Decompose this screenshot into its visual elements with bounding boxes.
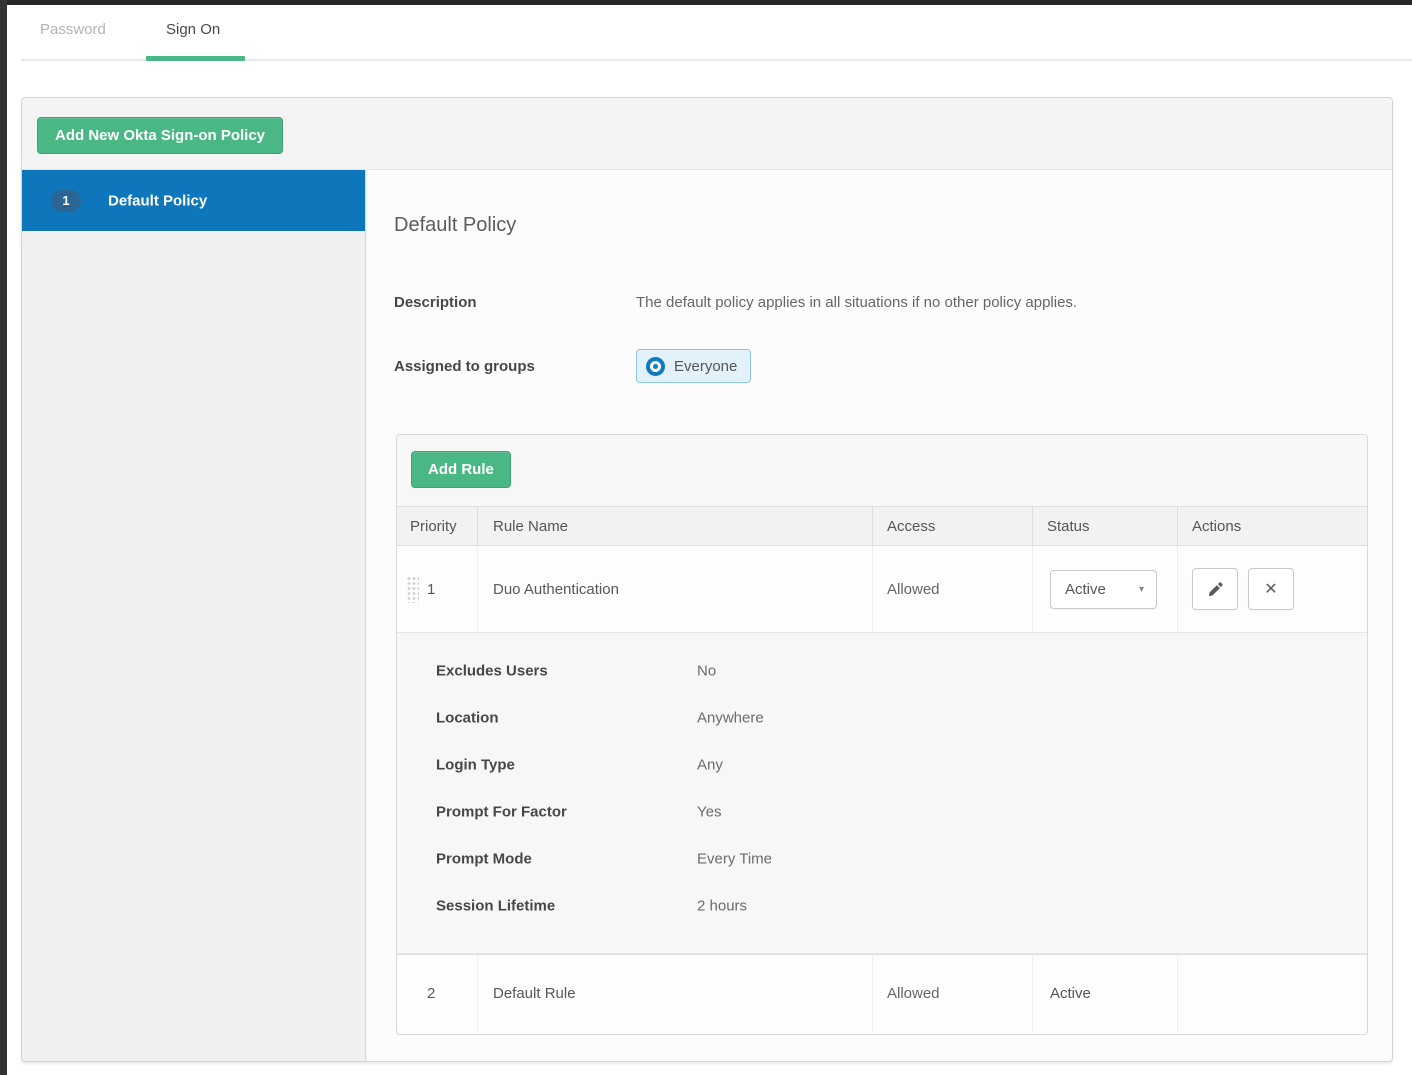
rule-name-cell: Duo Authentication	[478, 546, 873, 632]
detail-value: Yes	[697, 803, 722, 820]
pencil-icon	[1208, 581, 1223, 596]
rule-name-cell: Default Rule	[478, 955, 873, 1032]
detail-row-location: Location Anywhere	[397, 694, 1367, 741]
detail-label: Prompt Mode	[436, 850, 532, 867]
policy-list-item-default[interactable]: 1 Default Policy	[22, 170, 365, 231]
detail-label: Prompt For Factor	[436, 803, 567, 820]
detail-row-login-type: Login Type Any	[397, 741, 1367, 788]
policy-priority-badge: 1	[51, 189, 81, 212]
tab-password[interactable]: Password	[40, 21, 106, 38]
status-dropdown[interactable]: Active ▾	[1050, 569, 1157, 609]
description-value: The default policy applies in all situat…	[636, 294, 1078, 311]
detail-row-prompt-for-factor: Prompt For Factor Yes	[397, 788, 1367, 835]
rule-status-cell: Active	[1033, 955, 1178, 1032]
group-chip-everyone[interactable]: Everyone	[636, 349, 752, 383]
detail-value: Anywhere	[697, 709, 764, 726]
description-label: Description	[394, 294, 477, 311]
delete-rule-button[interactable]: ✕	[1248, 568, 1294, 610]
rule-row-default-rule: 2 Default Rule Allowed Active	[397, 954, 1367, 1032]
add-rule-button[interactable]: Add Rule	[411, 451, 511, 488]
policy-list: 1 Default Policy	[22, 169, 366, 1061]
active-tab-indicator	[146, 56, 245, 61]
rule-access-cell: Allowed	[873, 546, 1033, 632]
rules-card-header: Add Rule	[397, 435, 1367, 506]
drag-handle-icon[interactable]	[406, 575, 419, 603]
status-text: Active	[1050, 985, 1091, 1002]
column-header-rule-name: Rule Name	[478, 507, 873, 545]
window-frame-left	[0, 0, 7, 1075]
rule-actions-cell	[1178, 955, 1367, 1032]
rule-priority-cell: 2	[397, 955, 478, 1032]
rule-row-duo-authentication: 1 Duo Authentication Allowed Active ▾ ✕	[397, 546, 1367, 632]
detail-label: Excludes Users	[436, 662, 548, 679]
rule-priority-value: 1	[427, 580, 436, 598]
detail-row-session-lifetime: Session Lifetime 2 hours	[397, 882, 1367, 929]
column-header-access: Access	[873, 507, 1033, 545]
detail-label: Session Lifetime	[436, 897, 556, 914]
okta-policy-screen: Password Sign On Add New Okta Sign-on Po…	[0, 0, 1412, 1075]
detail-value: Any	[697, 756, 723, 773]
detail-label: Location	[436, 709, 499, 726]
rule-priority-value: 2	[427, 985, 436, 1002]
detail-row-excludes-users: Excludes Users No	[397, 647, 1367, 694]
detail-value: Every Time	[697, 850, 773, 867]
group-chip-label: Everyone	[674, 357, 738, 375]
rules-table-header: Priority Rule Name Access Status Actions	[397, 506, 1367, 546]
group-circle-icon	[646, 356, 665, 376]
rule-priority-cell: 1	[397, 546, 478, 632]
rule-actions-cell: ✕	[1178, 546, 1367, 632]
detail-value: No	[697, 662, 717, 679]
detail-value: 2 hours	[697, 897, 748, 914]
tab-sign-on[interactable]: Sign On	[166, 21, 220, 38]
detail-row-prompt-mode: Prompt Mode Every Time	[397, 835, 1367, 882]
rule-status-cell: Active ▾	[1033, 546, 1178, 632]
x-icon: ✕	[1264, 581, 1278, 598]
page-title: Default Policy	[394, 214, 517, 236]
column-header-actions: Actions	[1192, 517, 1242, 535]
sign-on-policy-panel: Add New Okta Sign-on Policy 1 Default Po…	[21, 97, 1393, 1062]
rules-card: Add Rule Priority Rule Name Access Statu…	[396, 434, 1368, 1035]
add-policy-button[interactable]: Add New Okta Sign-on Policy	[37, 117, 284, 154]
assigned-groups-label: Assigned to groups	[394, 358, 535, 375]
chevron-down-icon: ▾	[1138, 583, 1144, 595]
edit-rule-button[interactable]	[1192, 568, 1238, 610]
policy-name-label: Default Policy	[108, 192, 208, 209]
detail-label: Login Type	[436, 756, 515, 773]
column-header-status: Status	[1033, 507, 1178, 545]
rule-access-cell: Allowed	[873, 955, 1033, 1032]
policy-detail-pane: Default Policy Description The default p…	[367, 169, 1392, 1061]
rule-details-section: Excludes Users No Location Anywhere Logi…	[397, 632, 1367, 954]
tab-bar: Password Sign On	[7, 5, 1412, 97]
status-dropdown-value: Active	[1065, 580, 1106, 598]
column-header-priority: Priority	[397, 507, 478, 545]
